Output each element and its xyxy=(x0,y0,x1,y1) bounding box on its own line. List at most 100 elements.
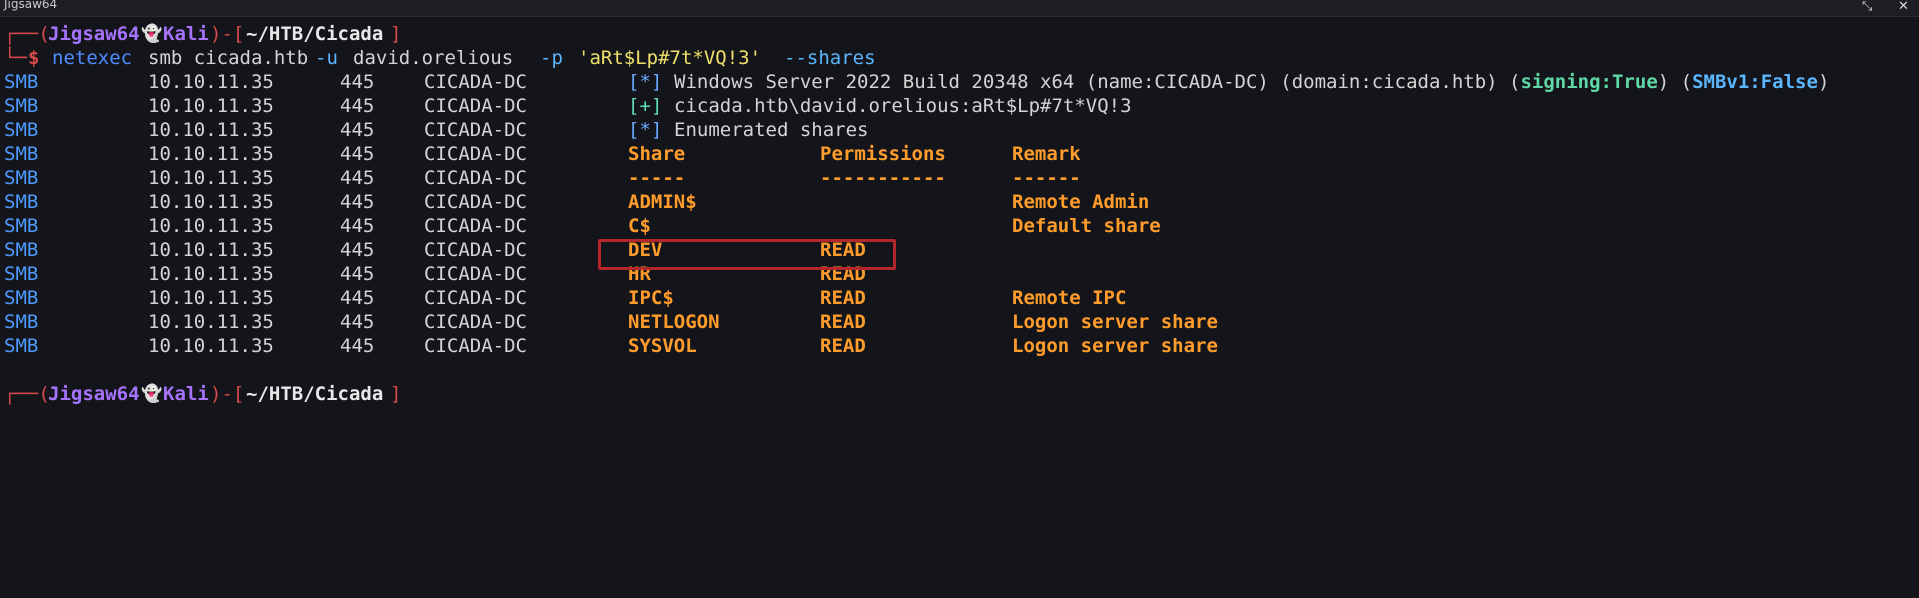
share-name: ADMIN$ xyxy=(628,191,697,213)
hostname: CICADA-DC xyxy=(424,167,527,189)
header-share: Share xyxy=(628,143,686,165)
proto-label: SMB xyxy=(4,287,39,309)
enum-tag: [*] xyxy=(628,119,663,141)
hostname: CICADA-DC xyxy=(424,215,527,237)
port: 445 xyxy=(340,167,375,189)
auth-tag: [+] xyxy=(628,95,663,117)
share-row: SMB 10.10.11.35 445 CICADA-DC DEV READ xyxy=(0,238,1919,262)
ghost-icon: 👻 xyxy=(141,24,163,44)
ip-address: 10.10.11.35 xyxy=(148,143,274,165)
port: 445 xyxy=(340,119,375,141)
share-remark: Remote IPC xyxy=(1012,287,1127,309)
port: 445 xyxy=(340,95,375,117)
share-row: SMB 10.10.11.35 445 CICADA-DC SYSVOL REA… xyxy=(0,334,1919,358)
terminal-output[interactable]: ┌──( Jigsaw64 👻 Kali )-[ ~/HTB/Cicada ] … xyxy=(0,22,1919,406)
share-permission: READ xyxy=(820,335,866,357)
prompt-line: ┌──( Jigsaw64 👻 Kali )-[ ~/HTB/Cicada ] xyxy=(0,382,1919,406)
header-remark: Remark xyxy=(1012,143,1081,165)
command-flag-shares: --shares xyxy=(784,47,876,69)
hostname: CICADA-DC xyxy=(424,239,527,261)
dev-share-highlight xyxy=(598,239,896,270)
hostname: CICADA-DC xyxy=(424,95,527,117)
share-remark: Logon server share xyxy=(1012,311,1218,333)
prompt-end: ] xyxy=(390,23,402,45)
ip-address: 10.10.11.35 xyxy=(148,119,274,141)
proto-label: SMB xyxy=(4,239,39,261)
window-title: Jigsaw64 xyxy=(4,0,58,11)
window-titlebar: Jigsaw64 ⤡ ✕ xyxy=(0,0,1919,17)
share-row: SMB 10.10.11.35 445 CICADA-DC C$ Default… xyxy=(0,214,1919,238)
info-tag: [*] xyxy=(628,71,663,93)
prompt-path: ~/HTB/Cicada xyxy=(246,383,384,405)
port: 445 xyxy=(340,335,375,357)
port: 445 xyxy=(340,287,375,309)
share-name: NETLOGON xyxy=(628,311,720,333)
divider-share: ----- xyxy=(628,167,686,189)
proto-label: SMB xyxy=(4,191,39,213)
output-row: SMB 10.10.11.35 445 CICADA-DC [*] Window… xyxy=(0,70,1919,94)
port: 445 xyxy=(340,191,375,213)
output-row: SMB 10.10.11.35 445 CICADA-DC [+] cicada… xyxy=(0,94,1919,118)
ip-address: 10.10.11.35 xyxy=(148,335,274,357)
share-permission: READ xyxy=(820,311,866,333)
smbv1-status: SMBv1:False xyxy=(1692,71,1818,93)
share-row: SMB 10.10.11.35 445 CICADA-DC ADMIN$ Rem… xyxy=(0,190,1919,214)
prompt-end: ] xyxy=(390,383,402,405)
share-row: SMB 10.10.11.35 445 CICADA-DC NETLOGON R… xyxy=(0,310,1919,334)
prompt-bottom-left: └─ xyxy=(4,47,27,69)
proto-label: SMB xyxy=(4,119,39,141)
ip-address: 10.10.11.35 xyxy=(148,311,274,333)
close-icon[interactable]: ✕ xyxy=(1898,0,1909,14)
hostname: CICADA-DC xyxy=(424,287,527,309)
header-permissions: Permissions xyxy=(820,143,946,165)
shares-header-row: SMB 10.10.11.35 445 CICADA-DC Share Perm… xyxy=(0,142,1919,166)
prompt-path: ~/HTB/Cicada xyxy=(246,23,384,45)
share-remark: Default share xyxy=(1012,215,1161,237)
prompt-top-left: ┌──( xyxy=(4,23,50,45)
ghost-icon: 👻 xyxy=(141,384,163,404)
prompt-host: Kali xyxy=(163,383,209,405)
ip-address: 10.10.11.35 xyxy=(148,71,274,93)
hostname: CICADA-DC xyxy=(424,311,527,333)
share-row: SMB 10.10.11.35 445 CICADA-DC HR READ xyxy=(0,262,1919,286)
prompt-user: Jigsaw64 xyxy=(48,23,140,45)
hostname: CICADA-DC xyxy=(424,119,527,141)
hostname: CICADA-DC xyxy=(424,143,527,165)
ip-address: 10.10.11.35 xyxy=(148,215,274,237)
command-bin: netexec xyxy=(52,47,133,69)
auth-text: cicada.htb\david.orelious:aRt$Lp#7t*VQ!3 xyxy=(674,95,1132,117)
proto-label: SMB xyxy=(4,143,39,165)
port: 445 xyxy=(340,215,375,237)
signing-status: signing:True xyxy=(1520,71,1658,93)
proto-label: SMB xyxy=(4,167,39,189)
share-row: SMB 10.10.11.35 445 CICADA-DC IPC$ READ … xyxy=(0,286,1919,310)
proto-label: SMB xyxy=(4,263,39,285)
prompt-top-left: ┌──( xyxy=(4,383,50,405)
port: 445 xyxy=(340,71,375,93)
divider-remark: ------ xyxy=(1012,167,1081,189)
proto-label: SMB xyxy=(4,71,39,93)
port: 445 xyxy=(340,263,375,285)
proto-label: SMB xyxy=(4,95,39,117)
ip-address: 10.10.11.35 xyxy=(148,287,274,309)
share-name: SYSVOL xyxy=(628,335,697,357)
prompt-host: Kali xyxy=(163,23,209,45)
port: 445 xyxy=(340,311,375,333)
command-flag-u: -u xyxy=(315,47,338,69)
enum-text: Enumerated shares xyxy=(674,119,869,141)
info-text: Windows Server 2022 Build 20348 x64 (nam… xyxy=(674,71,1830,93)
hostname: CICADA-DC xyxy=(424,335,527,357)
ip-address: 10.10.11.35 xyxy=(148,263,274,285)
port: 445 xyxy=(340,143,375,165)
command-flag-p: -p xyxy=(540,47,563,69)
ip-address: 10.10.11.35 xyxy=(148,239,274,261)
hostname: CICADA-DC xyxy=(424,191,527,213)
proto-label: SMB xyxy=(4,215,39,237)
restore-icon[interactable]: ⤡ xyxy=(1862,0,1872,14)
share-permission: READ xyxy=(820,287,866,309)
share-name: C$ xyxy=(628,215,651,237)
ip-address: 10.10.11.35 xyxy=(148,167,274,189)
ip-address: 10.10.11.35 xyxy=(148,95,274,117)
hostname: CICADA-DC xyxy=(424,263,527,285)
